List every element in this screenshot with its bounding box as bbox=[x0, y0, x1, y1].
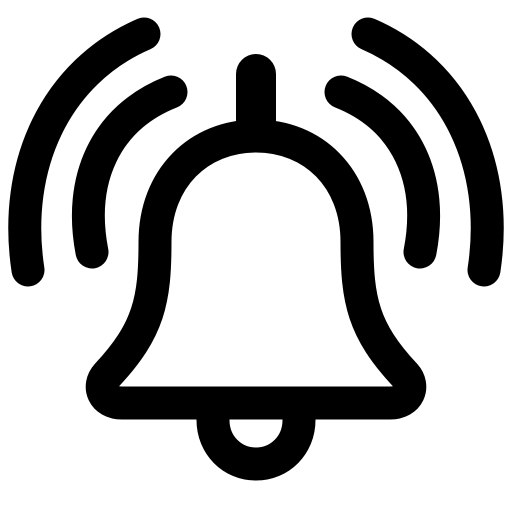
bell-clapper bbox=[196, 403, 316, 481]
bell-body bbox=[85, 119, 427, 420]
bell-ringing-icon bbox=[8, 17, 504, 481]
icon-canvas bbox=[0, 0, 512, 512]
